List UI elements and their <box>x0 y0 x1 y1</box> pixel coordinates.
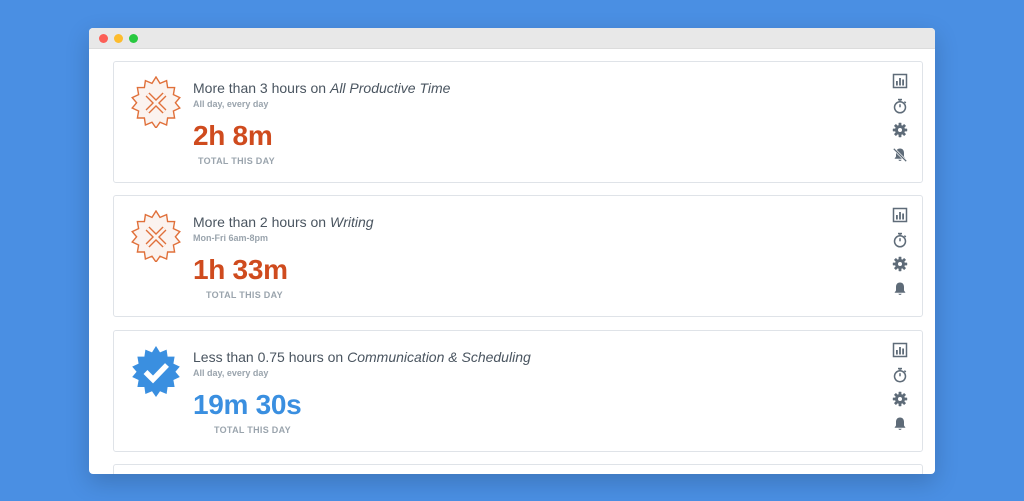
goal-total-label: TOTAL THIS DAY <box>198 156 275 166</box>
stopwatch-icon[interactable] <box>892 98 908 114</box>
stopwatch-icon[interactable] <box>892 367 908 383</box>
x-badge-icon <box>130 75 182 130</box>
goal-card: Less than 0.75 hours on Communication & … <box>113 330 923 452</box>
chart-icon[interactable] <box>892 73 908 89</box>
bell-muted-icon[interactable] <box>892 147 908 163</box>
goal-total-label: TOTAL THIS DAY <box>206 290 283 300</box>
goal-card-partial <box>113 464 923 474</box>
goal-title-prefix: More than 2 hours on <box>193 214 330 230</box>
goal-schedule: All day, every day <box>193 99 269 109</box>
stopwatch-icon[interactable] <box>892 232 908 248</box>
goal-title-prefix: Less than 0.75 hours on <box>193 349 348 365</box>
goal-actions <box>892 342 908 440</box>
app-window: More than 3 hours on All Productive Time… <box>89 28 935 474</box>
bell-icon[interactable] <box>892 416 908 432</box>
goal-title: More than 2 hours on Writing <box>193 214 374 230</box>
check-badge-icon <box>130 345 182 397</box>
goal-category: All Productive Time <box>329 80 451 96</box>
goal-total-label: TOTAL THIS DAY <box>214 425 291 435</box>
goal-title: Less than 0.75 hours on Communication & … <box>193 349 531 365</box>
chart-icon[interactable] <box>892 342 908 358</box>
window-titlebar <box>89 28 935 49</box>
goal-category: Writing <box>329 214 374 230</box>
goal-title-prefix: More than 3 hours on <box>193 80 330 96</box>
x-badge-icon <box>130 209 182 264</box>
goal-total: 2h 8m <box>193 120 273 151</box>
chart-icon[interactable] <box>892 207 908 223</box>
window-minimize-button[interactable] <box>114 34 123 43</box>
goal-actions <box>892 73 908 171</box>
goal-total: 1h 33m <box>193 254 288 285</box>
bell-icon[interactable] <box>892 281 908 297</box>
goal-category: Communication & Scheduling <box>347 349 531 365</box>
goal-schedule: Mon-Fri 6am-8pm <box>193 233 269 243</box>
gear-icon[interactable] <box>892 122 908 138</box>
window-zoom-button[interactable] <box>129 34 138 43</box>
goal-title: More than 3 hours on All Productive Time <box>193 80 450 96</box>
goal-schedule: All day, every day <box>193 368 269 378</box>
goal-actions <box>892 207 908 305</box>
goal-card: More than 2 hours on Writing Mon-Fri 6am… <box>113 195 923 317</box>
goal-card: More than 3 hours on All Productive Time… <box>113 61 923 183</box>
gear-icon[interactable] <box>892 256 908 272</box>
window-close-button[interactable] <box>99 34 108 43</box>
goal-total: 19m 30s <box>193 389 302 420</box>
goals-list: More than 3 hours on All Productive Time… <box>89 49 935 474</box>
gear-icon[interactable] <box>892 391 908 407</box>
